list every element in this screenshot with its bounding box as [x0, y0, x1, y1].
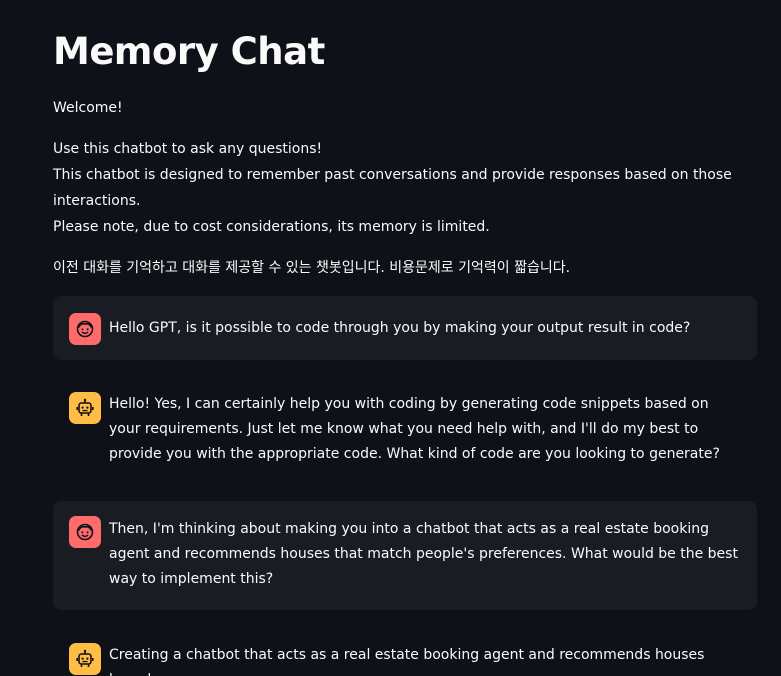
- robot-icon: [69, 392, 101, 424]
- chat-page: Memory Chat Welcome! Use this chatbot to…: [0, 0, 781, 676]
- message-text: Hello! Yes, I can certainly help you wit…: [109, 396, 720, 462]
- intro-line: This chatbot is designed to remember pas…: [53, 167, 732, 209]
- message-text: Creating a chatbot that acts as a real e…: [109, 647, 705, 676]
- intro-text: Use this chatbot to ask any questions! T…: [53, 136, 743, 240]
- user-face-icon: [69, 313, 101, 345]
- message-text: Then, I'm thinking about making you into…: [109, 521, 738, 587]
- intro-line: Use this chatbot to ask any questions!: [53, 141, 323, 157]
- chat-message-assistant: Creating a chatbot that acts as a real e…: [53, 628, 757, 676]
- page-title: Memory Chat: [53, 30, 325, 73]
- intro-line: Please note, due to cost considerations,…: [53, 219, 490, 235]
- chat-message-user: Then, I'm thinking about making you into…: [53, 501, 757, 610]
- welcome-text: Welcome!: [53, 100, 123, 116]
- chat-message-assistant: Hello! Yes, I can certainly help you wit…: [53, 377, 757, 477]
- chat-message-user: Hello GPT, is it possible to code throug…: [53, 296, 757, 360]
- message-text: Hello GPT, is it possible to code throug…: [109, 320, 691, 336]
- user-face-icon: [69, 516, 101, 548]
- robot-icon: [69, 643, 101, 675]
- korean-note: 이전 대화를 기억하고 대화를 제공할 수 있는 챗봇입니다. 비용문제로 기억…: [53, 260, 571, 276]
